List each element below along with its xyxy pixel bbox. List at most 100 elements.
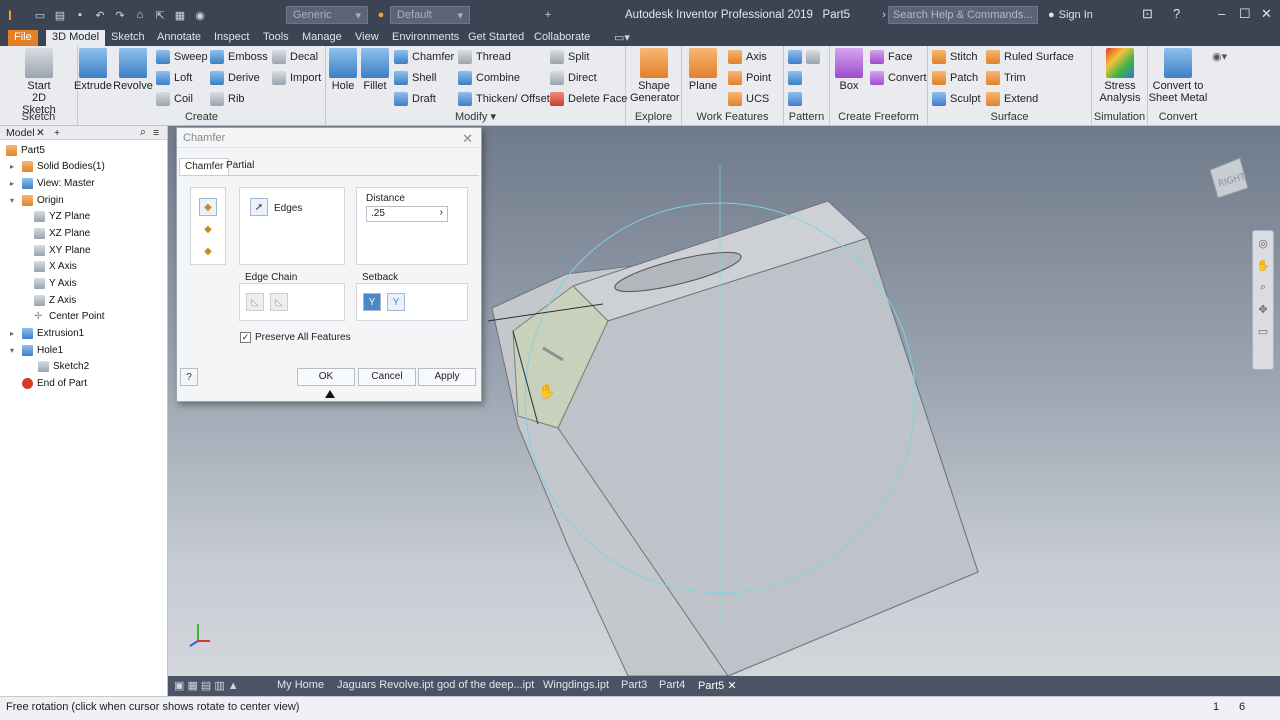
edges-select-arrow-icon[interactable]: ➚ (250, 198, 268, 216)
distance-input[interactable]: .25 › (366, 206, 448, 222)
close-icon[interactable]: ✕ (36, 127, 45, 139)
select-icon[interactable]: ▦ (172, 7, 188, 23)
appearance-select[interactable]: Default ▾ (390, 6, 470, 24)
hole-button[interactable]: Hole (326, 48, 360, 92)
preserve-all-features-checkbox[interactable]: ✓ Preserve All Features (240, 332, 351, 343)
steering-wheel-icon[interactable]: ◎ (1255, 237, 1271, 253)
rectangular-pattern-button[interactable] (788, 48, 820, 66)
convert-button[interactable]: Convert (870, 69, 927, 87)
plus-icon[interactable]: + (540, 7, 556, 23)
face-button[interactable]: Face (870, 48, 912, 66)
circular-pattern-button[interactable] (788, 69, 802, 87)
tab-view[interactable]: View (349, 30, 385, 46)
draft-button[interactable]: Draft (394, 90, 436, 108)
derive-button[interactable]: Derive (210, 69, 260, 87)
help-icon[interactable]: ? (180, 368, 198, 386)
tab-annotate[interactable]: Annotate (151, 30, 207, 46)
tab-3d-model[interactable]: 3D Model (46, 30, 106, 46)
close-icon[interactable]: ✕ (727, 680, 736, 692)
expand-icon[interactable]: ▸ (10, 179, 18, 188)
collapse-icon[interactable]: ▾ (10, 346, 18, 355)
two-distances-method-icon[interactable]: ◆ (199, 242, 217, 260)
shell-button[interactable]: Shell (394, 69, 436, 87)
inventor-logo-icon[interactable]: I (8, 7, 22, 23)
doc-tab-god-of-the-deep[interactable]: god of the deep...ipt (437, 679, 534, 691)
tab-file[interactable]: File (8, 30, 38, 46)
sketch-pattern-button[interactable] (788, 90, 802, 108)
undo-icon[interactable]: ↶ (92, 7, 108, 23)
tab-sketch[interactable]: Sketch (105, 30, 151, 46)
setback-corner-icon[interactable]: Y (387, 293, 405, 311)
tab-get-started[interactable]: Get Started (462, 30, 530, 46)
import-button[interactable]: Import (272, 69, 321, 87)
cancel-button[interactable]: Cancel (358, 368, 416, 386)
fillet-button[interactable]: Fillet (358, 48, 392, 92)
help-icon[interactable]: ? (1173, 6, 1180, 21)
ribbon-options-icon[interactable]: ◉▾ (1212, 50, 1240, 64)
doc-tab-jaguars-revolve[interactable]: Jaguars Revolve.ipt (337, 679, 434, 691)
expand-dialog-icon[interactable] (325, 390, 335, 398)
close-icon[interactable]: ✕ (462, 131, 473, 147)
expand-icon[interactable]: ▸ (10, 329, 18, 338)
sign-in-link[interactable]: ● Sign In (1048, 9, 1093, 21)
chamfer-button[interactable]: Chamfer (394, 48, 454, 66)
revolve-button[interactable]: Revolve (112, 48, 154, 92)
tree-item-xy-plane[interactable]: XY Plane (34, 242, 91, 258)
patch-button[interactable]: Patch (932, 69, 978, 87)
pan-icon[interactable]: ✋ (1255, 259, 1271, 275)
open-icon[interactable]: ▤ (52, 7, 68, 23)
tree-item-z-axis[interactable]: Z Axis (34, 292, 76, 308)
tree-item-end-of-part[interactable]: End of Part (22, 375, 87, 391)
distance-method-icon[interactable]: ◆ (199, 198, 217, 216)
browser-tab-model[interactable]: Model (6, 127, 35, 139)
sweep-button[interactable]: Sweep (156, 48, 208, 66)
box-button[interactable]: Box (830, 48, 868, 92)
redo-icon[interactable]: ↷ (112, 7, 128, 23)
shape-generator-button[interactable]: Shape Generator (630, 48, 680, 104)
setback-same-icon[interactable]: Y (363, 293, 381, 311)
coil-button[interactable]: Coil (156, 90, 193, 108)
tree-item-hole1[interactable]: ▾ Hole1 (10, 342, 63, 358)
tab-environments[interactable]: Environments (386, 30, 465, 46)
ok-button[interactable]: OK (297, 368, 355, 386)
tree-item-solid-bodies[interactable]: ▸ Solid Bodies(1) (10, 158, 105, 174)
chevron-right-icon[interactable]: › (440, 207, 443, 218)
loft-button[interactable]: Loft (156, 69, 192, 87)
tree-item-part5[interactable]: Part5 (6, 142, 45, 158)
rib-button[interactable]: Rib (210, 90, 245, 108)
tree-item-center-point[interactable]: ✛ Center Point (34, 308, 105, 324)
tab-inspect[interactable]: Inspect (208, 30, 255, 46)
tab-tools[interactable]: Tools (257, 30, 295, 46)
stitch-button[interactable]: Stitch (932, 48, 978, 66)
trim-button[interactable]: Trim (986, 69, 1026, 87)
tab-manage[interactable]: Manage (296, 30, 348, 46)
direct-button[interactable]: Direct (550, 69, 597, 87)
return-icon[interactable]: ⇱ (152, 7, 168, 23)
thicken-offset-button[interactable]: Thicken/ Offset (458, 90, 550, 108)
sculpt-button[interactable]: Sculpt (932, 90, 981, 108)
add-tab-icon[interactable]: + (54, 127, 60, 139)
doc-tab-wingdings[interactable]: Wingdings.ipt (543, 679, 609, 691)
tab-partial[interactable]: Partial (221, 158, 259, 175)
doc-tab-my-home[interactable]: My Home (277, 679, 324, 691)
zoom-icon[interactable]: ⌕ (1255, 281, 1271, 297)
look-at-icon[interactable]: ▭ (1255, 325, 1271, 341)
maximize-icon[interactable]: ☐ (1239, 6, 1251, 22)
checkbox-checked-icon[interactable]: ✓ (240, 332, 251, 343)
extend-button[interactable]: Extend (986, 90, 1038, 108)
single-edge-icon[interactable]: ◺ (270, 293, 288, 311)
plane-button[interactable]: Plane (682, 48, 724, 92)
minimize-icon[interactable]: – (1218, 6, 1225, 21)
point-button[interactable]: Point (728, 69, 771, 87)
split-button[interactable]: Split (550, 48, 589, 66)
expand-icon[interactable]: ▸ (10, 162, 18, 171)
tree-item-sketch2[interactable]: Sketch2 (38, 358, 89, 374)
delete-face-button[interactable]: Delete Face (550, 90, 627, 108)
stress-analysis-button[interactable]: Stress Analysis (1096, 48, 1144, 104)
axis-button[interactable]: Axis (728, 48, 767, 66)
emboss-button[interactable]: Emboss (210, 48, 268, 66)
thread-button[interactable]: Thread (458, 48, 511, 66)
tree-item-extrusion1[interactable]: ▸ Extrusion1 (10, 325, 84, 341)
tree-item-view-master[interactable]: ▸ View: Master (10, 175, 95, 191)
all-edges-icon[interactable]: ◺ (246, 293, 264, 311)
